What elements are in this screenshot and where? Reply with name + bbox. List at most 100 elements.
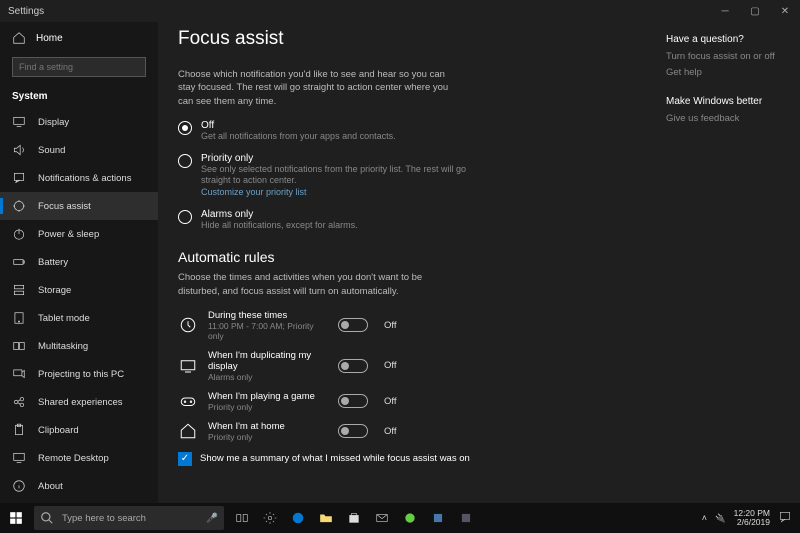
content-area: Focus assist Choose which notification y… <box>158 0 800 503</box>
rules-heading: Automatic rules <box>178 249 780 265</box>
search-input[interactable] <box>12 57 146 77</box>
maximize-button[interactable]: ▢ <box>740 0 770 22</box>
sound-icon <box>12 143 26 157</box>
remote-icon <box>12 451 26 465</box>
rule-title: When I'm duplicating my display <box>208 350 328 372</box>
clock-icon <box>178 315 198 335</box>
sidebar-item-power[interactable]: Power & sleep <box>0 220 158 248</box>
summary-checkbox-label: Show me a summary of what I missed while… <box>200 453 470 464</box>
store-icon[interactable] <box>340 503 368 533</box>
help-link-focus[interactable]: Turn focus assist on or off <box>666 51 786 62</box>
date-text: 2/6/2019 <box>734 518 770 527</box>
toggle-state: Off <box>384 320 397 331</box>
help-panel: Have a question? Turn focus assist on or… <box>666 34 786 142</box>
sidebar-item-label: Storage <box>38 285 71 296</box>
summary-checkbox-row[interactable]: ✓ Show me a summary of what I missed whi… <box>178 452 780 466</box>
notifications-icon <box>12 171 26 185</box>
feedback-link[interactable]: Give us feedback <box>666 113 786 124</box>
home-icon <box>12 31 26 45</box>
sidebar-item-label: About <box>38 481 63 492</box>
tray-overflow-icon[interactable]: ˄ <box>702 513 707 523</box>
sidebar-item-display[interactable]: Display <box>0 108 158 136</box>
focus-icon <box>12 199 26 213</box>
radio-icon <box>178 154 192 168</box>
close-button[interactable]: ✕ <box>770 0 800 22</box>
toggle-state: Off <box>384 396 397 407</box>
rule-game[interactable]: When I'm playing a game Priority only Of… <box>178 391 780 412</box>
rules-description: Choose the times and activities when you… <box>178 271 458 298</box>
taskview-icon[interactable] <box>228 503 256 533</box>
app-icon-2[interactable] <box>424 503 452 533</box>
sidebar-item-label: Projecting to this PC <box>38 369 124 380</box>
feedback-heading: Make Windows better <box>666 96 786 107</box>
toggle-switch[interactable] <box>338 318 368 332</box>
sidebar-search[interactable] <box>12 57 146 77</box>
help-link-gethelp[interactable]: Get help <box>666 67 786 78</box>
taskbar-apps <box>228 503 480 533</box>
rule-title: When I'm playing a game <box>208 391 328 402</box>
sidebar-item-sound[interactable]: Sound <box>0 136 158 164</box>
clock[interactable]: 12:20 PM 2/6/2019 <box>734 509 770 528</box>
radio-alarms-only[interactable]: Alarms only Hide all notifications, exce… <box>178 209 780 232</box>
sidebar-item-clipboard[interactable]: Clipboard <box>0 416 158 444</box>
rule-clock[interactable]: During these times 11:00 PM - 7:00 AM; P… <box>178 310 780 341</box>
section-label: System <box>0 87 158 108</box>
power-icon[interactable]: 🔌 <box>715 513 726 524</box>
clipboard-icon <box>12 423 26 437</box>
toggle-switch[interactable] <box>338 394 368 408</box>
sidebar-item-project[interactable]: Projecting to this PC <box>0 360 158 388</box>
sidebar-item-focus[interactable]: Focus assist <box>0 192 158 220</box>
tablet-icon <box>12 311 26 325</box>
checkmark-icon: ✓ <box>178 452 192 466</box>
settings-app-icon[interactable] <box>256 503 284 533</box>
explorer-icon[interactable] <box>312 503 340 533</box>
rule-display[interactable]: When I'm duplicating my display Alarms o… <box>178 350 780 382</box>
sidebar: Home System Display Sound Notifications & … <box>0 0 158 503</box>
sidebar-item-shared[interactable]: Shared experiences <box>0 388 158 416</box>
toggle-state: Off <box>384 360 397 371</box>
rule-home[interactable]: When I'm at home Priority only Off <box>178 421 780 442</box>
app-icon-1[interactable] <box>396 503 424 533</box>
sidebar-item-storage[interactable]: Storage <box>0 276 158 304</box>
rule-title: When I'm at home <box>208 421 328 432</box>
titlebar: Settings ─ ▢ ✕ <box>0 0 800 22</box>
rule-subtitle: Priority only <box>208 402 328 412</box>
sidebar-item-label: Remote Desktop <box>38 453 109 464</box>
question-heading: Have a question? <box>666 34 786 45</box>
project-icon <box>12 367 26 381</box>
window-controls: ─ ▢ ✕ <box>710 0 800 22</box>
power-icon <box>12 227 26 241</box>
system-tray: ˄ 🔌 12:20 PM 2/6/2019 <box>702 509 800 528</box>
sidebar-item-remote[interactable]: Remote Desktop <box>0 444 158 472</box>
taskbar: Type here to search 🎤 ˄ 🔌 12:20 PM 2/6/2… <box>0 503 800 533</box>
rule-subtitle: Alarms only <box>208 372 328 382</box>
sidebar-item-tablet[interactable]: Tablet mode <box>0 304 158 332</box>
minimize-button[interactable]: ─ <box>710 0 740 22</box>
sidebar-item-label: Sound <box>38 145 65 156</box>
sidebar-item-label: Focus assist <box>38 201 91 212</box>
start-button[interactable] <box>0 503 32 533</box>
priority-link[interactable]: Customize your priority list <box>201 187 481 199</box>
radio-label: Priority only <box>201 153 481 164</box>
radio-label: Alarms only <box>201 209 358 220</box>
sidebar-item-about[interactable]: About <box>0 472 158 500</box>
radio-description: Hide all notifications, except for alarm… <box>201 220 358 232</box>
sidebar-item-multitask[interactable]: Multitasking <box>0 332 158 360</box>
app-icon-3[interactable] <box>452 503 480 533</box>
radio-priority-only[interactable]: Priority only See only selected notifica… <box>178 153 780 199</box>
toggle-switch[interactable] <box>338 359 368 373</box>
sidebar-item-label: Battery <box>38 257 68 268</box>
sidebar-item-label: Multitasking <box>38 341 88 352</box>
sidebar-item-label: Clipboard <box>38 425 79 436</box>
home-label: Home <box>36 33 63 44</box>
taskbar-search-placeholder: Type here to search <box>62 513 146 524</box>
taskbar-search[interactable]: Type here to search 🎤 <box>34 506 224 530</box>
mail-icon[interactable] <box>368 503 396 533</box>
sidebar-item-battery[interactable]: Battery <box>0 248 158 276</box>
home-button[interactable]: Home <box>0 25 158 51</box>
action-center-icon[interactable] <box>778 510 792 526</box>
sidebar-item-notifications[interactable]: Notifications & actions <box>0 164 158 192</box>
toggle-switch[interactable] <box>338 424 368 438</box>
edge-icon[interactable] <box>284 503 312 533</box>
mic-icon[interactable]: 🎤 <box>206 513 218 524</box>
